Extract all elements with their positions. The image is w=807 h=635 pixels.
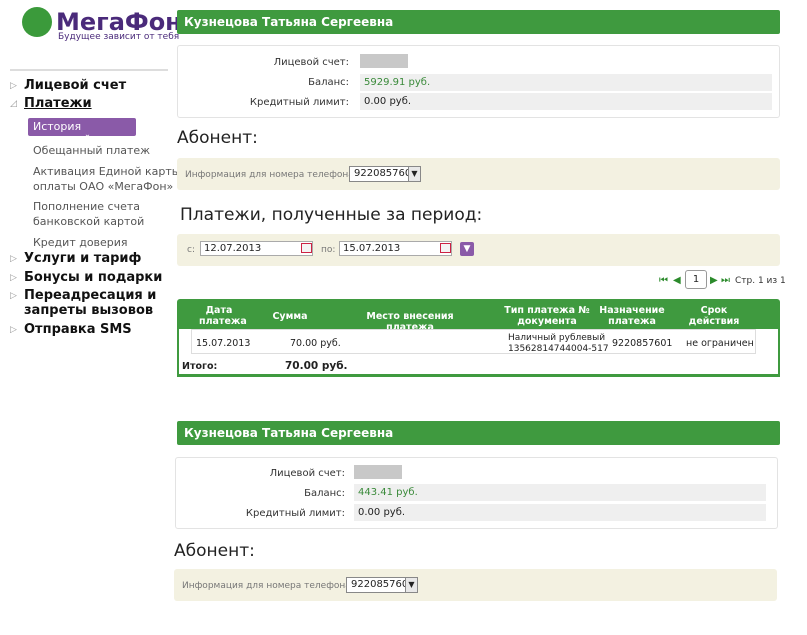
next-page-icon[interactable]: ▶	[710, 275, 718, 286]
balance-label: Баланс:	[308, 77, 349, 88]
account-label: Лицевой счет:	[273, 57, 349, 68]
sidebar-item-bonuses[interactable]: ▷ Бонусы и подарки	[10, 270, 162, 285]
phone-selector-panel: Информация для номера телефона: 92208576…	[177, 158, 780, 190]
chevron-down-icon: ▼	[405, 578, 417, 592]
col-purpose[interactable]: Назначение платежа	[597, 305, 667, 327]
account-number-masked	[360, 54, 408, 68]
payments-table-header: Дата платежа Сумма Место внесения платежа…	[177, 299, 780, 333]
balance-label: Баланс:	[304, 488, 345, 499]
period-filter-panel: с: 12.07.2013 по: 15.07.2013 ▼	[177, 234, 780, 266]
calendar-icon[interactable]	[301, 243, 312, 253]
to-label: по:	[321, 245, 336, 255]
total-label: Итого:	[182, 361, 218, 372]
sidebar-item-label: Переадресация и	[24, 288, 157, 303]
sidebar-subitem-payment-history[interactable]: История платежей	[28, 118, 136, 146]
sidebar-item-label: Лицевой счет	[24, 78, 127, 93]
chevron-right-icon: ▷	[10, 325, 17, 335]
cell-sum: 70.00 руб.	[290, 338, 341, 349]
last-page-icon[interactable]: ⏭	[721, 275, 730, 286]
account-info-card: Лицевой счет: Баланс: 5929.91 руб. Креди…	[177, 45, 780, 118]
sidebar-subitem-promised-payment[interactable]: Обещанный платеж	[33, 143, 150, 158]
phone-select[interactable]: 9220857601 ▼	[349, 166, 421, 182]
prev-page-icon[interactable]: ◀	[673, 275, 681, 286]
from-label: с:	[187, 245, 195, 255]
sidebar-subitem-label: Активация Единой карты	[33, 165, 181, 178]
filter-icon[interactable]: ▼	[460, 242, 474, 256]
account-number-masked	[354, 465, 402, 479]
sidebar-subitem-card-topup[interactable]: Пополнение счета банковской картой	[33, 199, 144, 229]
sidebar-item-account[interactable]: ▷ Лицевой счет	[10, 78, 126, 93]
chevron-right-icon: ▷	[10, 273, 17, 283]
sidebar-subitem-label: Пополнение счета	[33, 200, 140, 213]
account-label: Лицевой счет:	[269, 468, 345, 479]
account-info-card-2: Лицевой счет: Баланс: 443.41 руб. Кредит…	[175, 457, 778, 529]
subscriber-title-2: Абонент:	[174, 541, 255, 561]
balance-value: 5929.91 руб.	[360, 74, 772, 91]
subscriber-title: Абонент:	[177, 128, 258, 148]
table-row[interactable]: 15.07.2013 70.00 руб. Наличный рублевый 1…	[191, 329, 756, 354]
page-number-input[interactable]: 1	[685, 270, 707, 289]
megafon-logo-icon[interactable]	[22, 7, 52, 37]
subscriber-name-header: Кузнецова Татьяна Сергеевна	[177, 10, 780, 34]
total-value: 70.00 руб.	[285, 360, 348, 372]
sidebar-item-payments[interactable]: ◿ Платежи	[10, 96, 92, 111]
sidebar-item-sms[interactable]: ▷ Отправка SMS	[10, 322, 132, 337]
chevron-right-icon: ▷	[10, 291, 17, 301]
phone-select-2[interactable]: 9220857601 ▼	[346, 577, 418, 593]
cell-type: Наличный рублевый 13562814744004-517	[508, 333, 609, 354]
sidebar-item-services[interactable]: ▷ Услуги и тариф	[10, 251, 141, 266]
sidebar-item-label: Платежи	[24, 96, 92, 111]
sidebar-item-forwarding-line2[interactable]: запреты вызовов	[24, 303, 153, 318]
cell-date: 15.07.2013	[196, 338, 251, 349]
sidebar-item-label: Бонусы и подарки	[24, 270, 163, 285]
sidebar-item-label: Услуги и тариф	[24, 251, 142, 266]
credit-limit-label: Кредитный лимит:	[245, 508, 345, 519]
chevron-right-icon: ▷	[10, 254, 17, 264]
phone-selector-panel-2: Информация для номера телефона: 92208576…	[174, 569, 777, 601]
chevron-down-icon: ▼	[408, 167, 420, 181]
phone-label: Информация для номера телефона:	[185, 170, 357, 180]
sidebar-divider	[10, 69, 168, 71]
first-page-icon[interactable]: ⏮	[659, 275, 668, 286]
col-type[interactable]: Тип платежа № документа	[497, 305, 597, 327]
payments-title: Платежи, полученные за период:	[180, 205, 483, 225]
sidebar-subitem-trust-credit[interactable]: Кредит доверия	[33, 235, 128, 250]
col-term[interactable]: Срок действия	[679, 305, 749, 327]
cell-term: не ограничен	[686, 338, 754, 349]
calendar-icon[interactable]	[440, 243, 451, 253]
credit-limit-value: 0.00 руб.	[360, 93, 772, 110]
sidebar-subitem-label: банковской картой	[33, 215, 145, 228]
sidebar-subitem-label: оплаты ОАО «МегаФон»	[33, 180, 174, 193]
brand-tagline: Будущее зависит от тебя	[58, 32, 180, 42]
balance-value: 443.41 руб.	[354, 484, 766, 501]
col-date[interactable]: Дата платежа	[199, 305, 247, 327]
cell-purpose: 9220857601	[612, 338, 673, 349]
from-date-input[interactable]: 12.07.2013	[200, 241, 313, 256]
page-info: Стр. 1 из 1	[735, 276, 786, 286]
phone-label: Информация для номера телефона:	[182, 581, 354, 591]
sidebar-item-label: Отправка SMS	[24, 322, 132, 337]
to-date-input[interactable]: 15.07.2013	[339, 241, 452, 256]
payments-table-body: 15.07.2013 70.00 руб. Наличный рублевый 1…	[177, 329, 780, 377]
credit-limit-label: Кредитный лимит:	[249, 97, 349, 108]
sidebar-item-forwarding[interactable]: ▷ Переадресация и	[10, 288, 156, 303]
chevron-right-icon: ▷	[10, 81, 17, 91]
subscriber-name-header-2: Кузнецова Татьяна Сергеевна	[177, 421, 780, 445]
col-sum[interactable]: Сумма	[265, 311, 315, 322]
sidebar-subitem-card-activation[interactable]: Активация Единой карты оплаты ОАО «МегаФ…	[33, 164, 180, 194]
chevron-down-icon: ◿	[10, 99, 17, 109]
credit-limit-value: 0.00 руб.	[354, 504, 766, 521]
